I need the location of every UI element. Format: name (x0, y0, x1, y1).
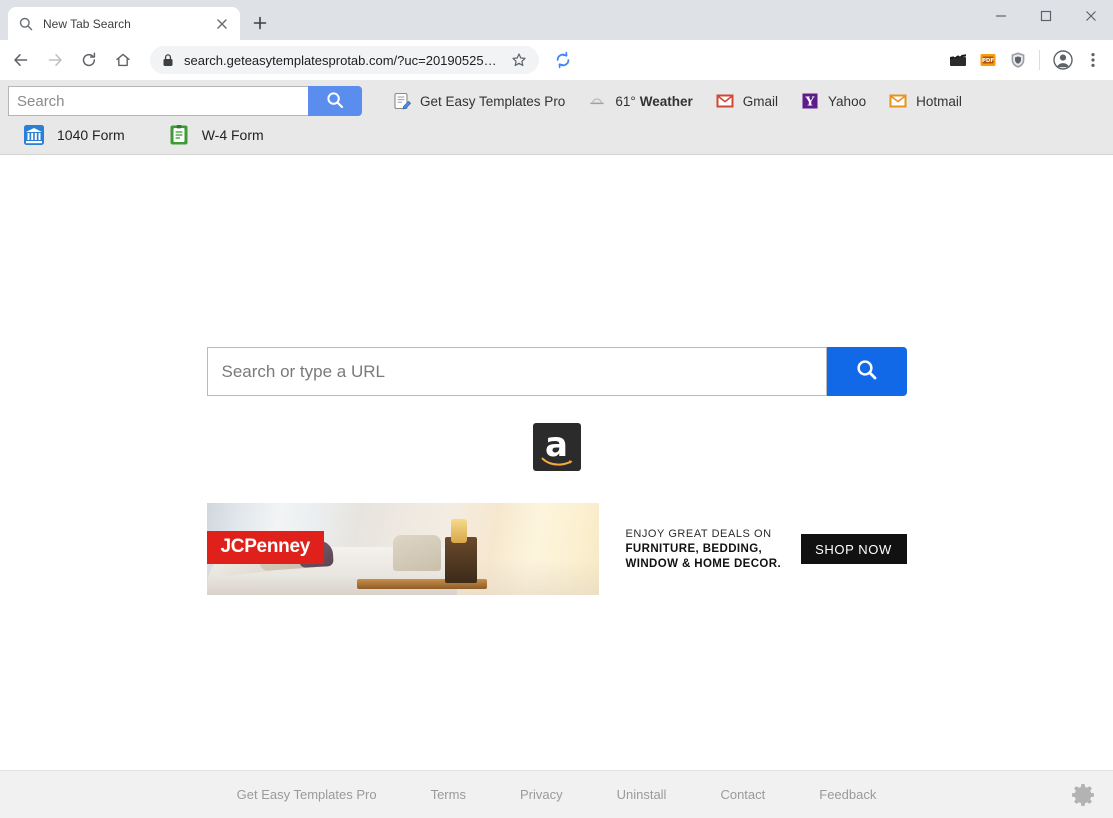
ad-headline-line-2: FURNITURE, BEDDING, (625, 542, 763, 555)
clipboard-icon (167, 123, 191, 147)
amazon-icon (541, 453, 573, 466)
ad-image-lamp (450, 519, 467, 543)
ad-image-table (444, 537, 477, 583)
minimize-button[interactable] (978, 0, 1023, 32)
shield-icon[interactable] (1004, 46, 1032, 74)
ad-headline-line-1: ENJOY GREAT DEALS ON (625, 527, 772, 540)
ext-link-label: Gmail (742, 93, 779, 109)
reload-icon[interactable] (74, 45, 104, 75)
page-content: a JCPenney (0, 155, 1113, 770)
main-search-input[interactable] (206, 347, 827, 396)
three-dot-menu-icon[interactable] (1079, 46, 1107, 74)
ext-link-hotmail[interactable]: Hotmail (888, 91, 962, 111)
cloud-icon (587, 91, 607, 111)
footer-link-uninstall[interactable]: Uninstall (617, 787, 667, 802)
star-icon[interactable] (511, 52, 527, 68)
yahoo-y-icon: Y (800, 91, 820, 111)
document-pencil-icon (392, 91, 412, 111)
ext-link-gmail[interactable]: Gmail (715, 91, 778, 111)
ext-link-weather[interactable]: 61° Weather (587, 91, 693, 111)
toolbar-divider (1039, 50, 1040, 70)
address-bar[interactable]: search.geteasytemplatesprotab.com/?uc=20… (150, 46, 539, 74)
gmail-envelope-icon (715, 91, 735, 111)
maximize-button[interactable] (1023, 0, 1068, 32)
ext-link-get-easy-templates-pro[interactable]: Get Easy Templates Pro (392, 91, 565, 111)
clapperboard-icon[interactable] (944, 46, 972, 74)
footer-link-contact[interactable]: Contact (720, 787, 765, 802)
ad-image: JCPenney (206, 503, 599, 595)
main-search-group (206, 347, 907, 396)
new-tab-button[interactable] (246, 9, 274, 37)
shortcut-w4-form[interactable]: W-4 Form (167, 123, 264, 147)
browser-toolbar: search.geteasytemplatesprotab.com/?uc=20… (0, 40, 1113, 80)
extension-toolbar-row-primary: Get Easy Templates Pro 61° Weather (8, 86, 1105, 116)
ext-link-label: Hotmail (916, 93, 962, 109)
footer-link-feedback[interactable]: Feedback (819, 787, 876, 802)
footer-link-privacy[interactable]: Privacy (520, 787, 563, 802)
jcpenney-logo: JCPenney (206, 531, 324, 564)
lock-icon (162, 53, 174, 67)
shortcut-1040-form[interactable]: 1040 Form (22, 123, 125, 147)
shop-now-button[interactable]: SHOP NOW (800, 534, 907, 564)
profile-avatar-icon[interactable] (1049, 46, 1077, 74)
extension-toolbar-row-shortcuts: 1040 Form W-4 Form (8, 120, 1105, 150)
shortcut-label: 1040 Form (57, 127, 125, 143)
ad-headline-line-3: WINDOW & HOME DECOR. (625, 557, 782, 570)
ad-copy: ENJOY GREAT DEALS ON FURNITURE, BEDDING,… (599, 527, 801, 572)
ext-link-label: Yahoo (828, 93, 867, 109)
weather-temperature: 61° (615, 93, 636, 109)
browser-tab[interactable]: New Tab Search (8, 7, 240, 40)
extension-toolbar: Get Easy Templates Pro 61° Weather (0, 80, 1113, 155)
ad-image-chair (392, 535, 441, 571)
close-button[interactable] (1068, 0, 1113, 32)
footer-link-get-easy-templates-pro[interactable]: Get Easy Templates Pro (237, 787, 377, 802)
shortcut-label: W-4 Form (201, 127, 264, 143)
browser-window: New Tab Search search.geteasytemplatespr… (0, 0, 1113, 818)
search-icon (325, 90, 345, 113)
svg-text:Y: Y (805, 94, 816, 109)
home-icon[interactable] (108, 45, 138, 75)
gear-icon[interactable] (1069, 781, 1097, 809)
address-bar-url: search.geteasytemplatesprotab.com/?uc=20… (184, 52, 503, 68)
search-icon (854, 357, 880, 386)
ext-link-label: Get Easy Templates Pro (420, 93, 566, 109)
footer-link-terms[interactable]: Terms (431, 787, 466, 802)
extension-search-group (8, 86, 370, 116)
tab-title: New Tab Search (43, 16, 131, 31)
hotmail-envelope-icon (888, 91, 908, 111)
window-controls (978, 0, 1113, 40)
forward-arrow-icon[interactable] (40, 45, 70, 75)
main-search-button[interactable] (826, 347, 907, 396)
sync-icon[interactable] (549, 46, 577, 74)
pdf-icon[interactable]: PDF (974, 46, 1002, 74)
svg-text:PDF: PDF (982, 58, 994, 64)
back-arrow-icon[interactable] (6, 45, 36, 75)
ext-link-yahoo[interactable]: Y Yahoo (800, 91, 866, 111)
tile-amazon[interactable]: a (532, 423, 581, 471)
search-icon (18, 16, 34, 32)
page-footer: Get Easy Templates Pro Terms Privacy Uni… (0, 770, 1113, 818)
close-icon[interactable] (214, 16, 230, 32)
extension-search-input[interactable] (8, 86, 308, 116)
ext-link-label: Weather (639, 93, 693, 109)
tab-strip: New Tab Search (0, 0, 1113, 40)
shortcut-tiles: a (532, 423, 581, 471)
advertisement-banner[interactable]: JCPenney ENJOY GREAT DEALS ON FURNITURE,… (206, 503, 907, 595)
extension-search-button[interactable] (308, 86, 362, 116)
bank-building-icon (22, 123, 46, 147)
